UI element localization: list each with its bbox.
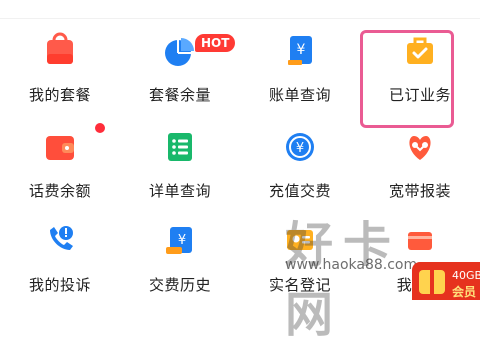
service-payment-history[interactable]: ¥ 交费历史 [120, 208, 240, 300]
service-label: 套餐余量 [148, 86, 211, 104]
id-card-icon [287, 230, 313, 250]
service-label: 账单查询 [268, 86, 331, 104]
broadband-icon [409, 136, 431, 160]
service-bill-query[interactable]: ¥ 账单查询 [240, 18, 360, 110]
shopping-bag-icon [47, 32, 73, 64]
svg-text:¥: ¥ [178, 233, 186, 248]
svg-text:¥: ¥ [296, 141, 304, 156]
service-label: 我的投诉 [28, 276, 91, 294]
svg-text:¥: ¥ [297, 42, 306, 58]
yen-circle-icon: ¥ [286, 133, 314, 161]
service-label: 充值交费 [268, 182, 331, 200]
bill-yen-icon: ¥ [288, 36, 312, 65]
service-plan-balance[interactable]: HOT 套餐余量 [120, 18, 240, 110]
promo-top-text: 40GB [452, 269, 480, 282]
payment-history-icon: ¥ [166, 227, 192, 254]
service-grid: 我的套餐 HOT 套餐余量 ¥ 账单查询 已订业务 话费余额 详单查询 ¥ 充值… [0, 18, 480, 300]
notification-dot [95, 123, 105, 133]
highlight-box [360, 30, 454, 128]
hot-badge: HOT [195, 34, 236, 52]
service-my-complaints[interactable]: 我的投诉 [0, 208, 120, 300]
phone-alert-icon [50, 226, 73, 250]
pie-chart-icon [165, 38, 194, 66]
service-label: 详单查询 [148, 182, 211, 200]
service-label: 交费历史 [148, 276, 211, 294]
promo-badge[interactable]: 40GB 会员 [412, 262, 480, 300]
service-label: 我的套餐 [28, 86, 91, 104]
service-real-name-registration[interactable]: 实名登记 [240, 208, 360, 300]
promo-bottom-text: 会员 [452, 285, 477, 299]
service-detail-query[interactable]: 详单查询 [120, 114, 240, 206]
card-icon [408, 232, 432, 250]
service-label: 实名登记 [268, 276, 331, 294]
service-my-plan[interactable]: 我的套餐 [0, 18, 120, 110]
service-recharge[interactable]: ¥ 充值交费 [240, 114, 360, 206]
gift-icon [419, 270, 445, 294]
top-bar [0, 0, 480, 19]
list-icon [168, 133, 192, 161]
wallet-icon [46, 136, 74, 160]
service-label: 话费余额 [28, 182, 91, 200]
service-phone-balance[interactable]: 话费余额 [0, 114, 120, 206]
service-label: 宽带报装 [388, 182, 451, 200]
